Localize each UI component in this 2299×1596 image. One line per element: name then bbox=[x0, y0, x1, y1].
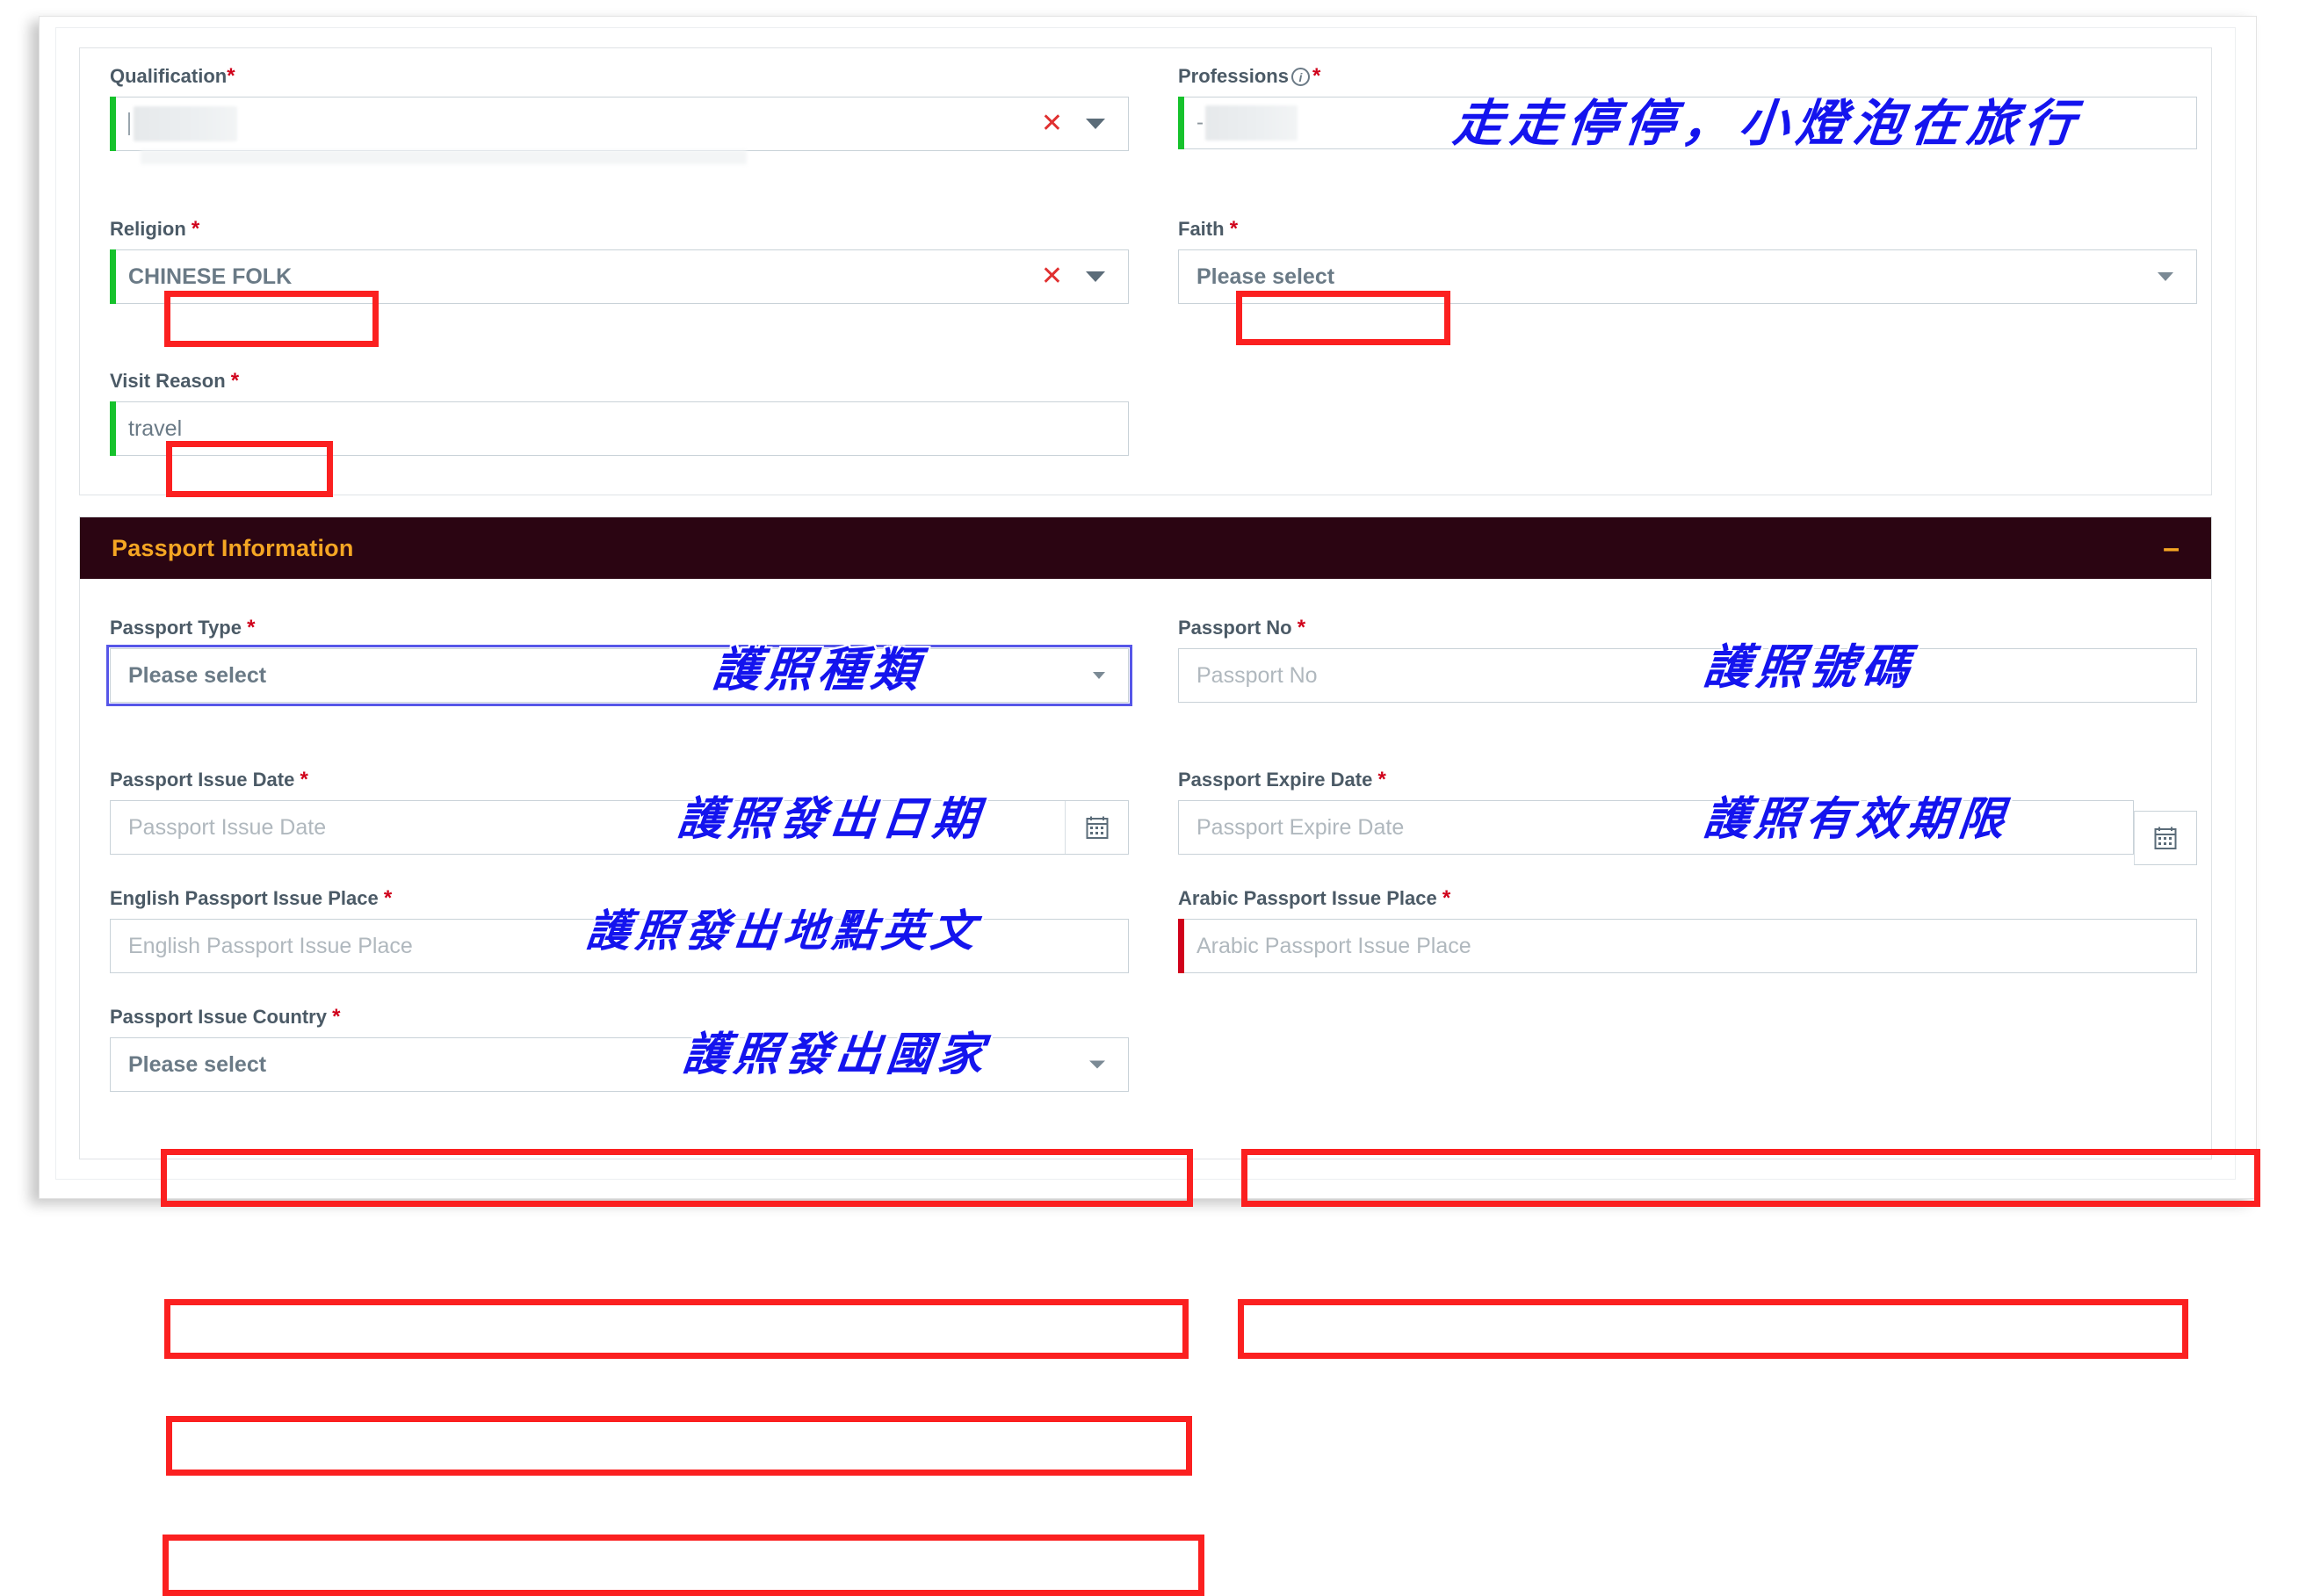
chevron-down-icon[interactable] bbox=[1086, 271, 1105, 282]
required-asterisk: * bbox=[300, 768, 308, 791]
field-english-passport-issue-place: English Passport Issue Place * English P… bbox=[110, 886, 1129, 973]
field-visit-reason: Visit Reason * travel bbox=[110, 369, 1129, 456]
valid-indicator bbox=[110, 97, 116, 151]
passport-issue-country-select[interactable]: Please select bbox=[110, 1037, 1129, 1092]
required-asterisk: * bbox=[230, 369, 240, 393]
passport-type-label: Passport Type * bbox=[110, 616, 256, 639]
qualification-label: Qualification* bbox=[110, 64, 235, 88]
passport-issue-date-label: Passport Issue Date * bbox=[110, 768, 308, 791]
info-circle-icon[interactable]: i bbox=[1290, 68, 1310, 86]
field-passport-issue-country: Passport Issue Country * Please select bbox=[110, 1005, 1129, 1092]
valid-indicator bbox=[110, 401, 116, 456]
passport-no-placeholder: Passport No bbox=[1196, 662, 1318, 688]
faith-label: Faith * bbox=[1178, 217, 1239, 241]
page-inner: Qualification* ✕ Professions i * - Relig… bbox=[55, 27, 2260, 1596]
required-asterisk: * bbox=[1377, 768, 1386, 791]
annotation-box-english-issue-place bbox=[166, 1416, 1192, 1476]
faith-select[interactable]: Please select bbox=[1178, 249, 2197, 304]
chevron-down-icon[interactable] bbox=[1093, 672, 1105, 679]
annotation-box-passport-no bbox=[1241, 1149, 2260, 1207]
chevron-down-icon[interactable] bbox=[2158, 272, 2173, 281]
required-asterisk: * bbox=[191, 217, 200, 241]
passport-issue-date-input[interactable]: Passport Issue Date bbox=[110, 800, 1129, 855]
required-asterisk: * bbox=[1229, 217, 1239, 241]
english-issue-place-label: English Passport Issue Place * bbox=[110, 886, 393, 910]
passport-section-header[interactable]: Passport Information – bbox=[80, 517, 2211, 579]
required-asterisk: * bbox=[1297, 616, 1306, 639]
english-issue-place-input[interactable]: English Passport Issue Place bbox=[110, 919, 1129, 973]
field-passport-no: Passport No * Passport No bbox=[1178, 616, 2197, 703]
page-shell: Qualification* ✕ Professions i * - Relig… bbox=[39, 16, 2260, 1596]
personal-info-card: Qualification* ✕ Professions i * - Relig… bbox=[79, 47, 2212, 497]
required-asterisk: * bbox=[1442, 886, 1451, 910]
field-passport-expire-date: Passport Expire Date * Passport Expire D… bbox=[1178, 768, 2197, 865]
field-faith: Faith * Please select bbox=[1178, 217, 2197, 304]
required-asterisk: * bbox=[227, 64, 235, 88]
valid-indicator bbox=[1178, 97, 1184, 149]
field-religion: Religion * CHINESE FOLK ✕ bbox=[110, 217, 1129, 304]
english-issue-place-placeholder: English Passport Issue Place bbox=[128, 933, 413, 958]
visit-reason-label: Visit Reason * bbox=[110, 369, 240, 393]
passport-section-title: Passport Information bbox=[112, 534, 354, 561]
field-professions: Professions i * - bbox=[1178, 64, 2197, 149]
annotation-box-issue-country bbox=[163, 1535, 1204, 1596]
passport-issue-date-placeholder: Passport Issue Date bbox=[128, 814, 327, 840]
field-passport-type: Passport Type * Please select bbox=[106, 616, 1132, 706]
visit-reason-input[interactable]: travel bbox=[110, 401, 1129, 456]
calendar-icon[interactable] bbox=[2134, 811, 2197, 865]
qualification-redacted-overflow bbox=[141, 150, 747, 164]
invalid-indicator bbox=[1178, 919, 1184, 973]
calendar-icon[interactable] bbox=[1065, 801, 1128, 854]
required-asterisk: * bbox=[383, 886, 393, 910]
professions-select[interactable]: - bbox=[1178, 97, 2197, 149]
minus-icon[interactable]: – bbox=[2163, 533, 2180, 563]
chevron-down-icon[interactable] bbox=[1089, 1060, 1105, 1069]
passport-expire-date-label: Passport Expire Date * bbox=[1178, 768, 1386, 791]
qualification-select[interactable]: ✕ bbox=[110, 97, 1129, 164]
professions-label: Professions i * bbox=[1178, 64, 1321, 88]
required-asterisk: * bbox=[332, 1005, 341, 1029]
field-passport-issue-date: Passport Issue Date * Passport Issue Dat… bbox=[110, 768, 1129, 855]
text-cursor bbox=[128, 112, 130, 135]
religion-label: Religion * bbox=[110, 217, 200, 241]
passport-expire-date-input[interactable]: Passport Expire Date bbox=[1178, 800, 2134, 855]
close-x-icon[interactable]: ✕ bbox=[1041, 111, 1063, 137]
professions-redacted-value bbox=[1205, 105, 1298, 141]
close-x-icon[interactable]: ✕ bbox=[1041, 264, 1063, 290]
required-asterisk: * bbox=[1312, 64, 1321, 88]
qualification-redacted-value bbox=[134, 106, 237, 141]
annotation-box-passport-type bbox=[161, 1149, 1193, 1207]
valid-indicator bbox=[110, 249, 116, 304]
passport-type-value: Please select bbox=[128, 662, 267, 688]
professions-bullet: - bbox=[1196, 111, 1204, 134]
passport-expire-date-placeholder: Passport Expire Date bbox=[1196, 814, 1405, 840]
annotation-box-issue-date bbox=[164, 1299, 1189, 1359]
chevron-down-icon[interactable] bbox=[1086, 119, 1105, 129]
annotation-box-expire-date bbox=[1238, 1299, 2188, 1359]
passport-info-card: Passport Information – Passport Type * P… bbox=[79, 516, 2260, 1596]
passport-issue-country-value: Please select bbox=[128, 1051, 267, 1077]
arabic-issue-place-placeholder: Arabic Passport Issue Place bbox=[1196, 933, 1471, 958]
arabic-issue-place-input[interactable]: Arabic Passport Issue Place bbox=[1178, 919, 2197, 973]
faith-value: Please select bbox=[1196, 264, 1335, 289]
passport-no-input[interactable]: Passport No bbox=[1178, 648, 2197, 703]
passport-issue-country-label: Passport Issue Country * bbox=[110, 1005, 341, 1029]
passport-type-select[interactable]: Please select bbox=[106, 645, 1132, 706]
arabic-issue-place-label: Arabic Passport Issue Place * bbox=[1178, 886, 1451, 910]
field-arabic-passport-issue-place: Arabic Passport Issue Place * Arabic Pas… bbox=[1178, 886, 2197, 973]
passport-no-label: Passport No * bbox=[1178, 616, 1306, 639]
field-qualification: Qualification* ✕ bbox=[110, 64, 1129, 164]
religion-select[interactable]: CHINESE FOLK ✕ bbox=[110, 249, 1129, 304]
visit-reason-value: travel bbox=[128, 415, 183, 441]
required-asterisk: * bbox=[247, 616, 256, 639]
religion-value: CHINESE FOLK bbox=[128, 264, 293, 289]
